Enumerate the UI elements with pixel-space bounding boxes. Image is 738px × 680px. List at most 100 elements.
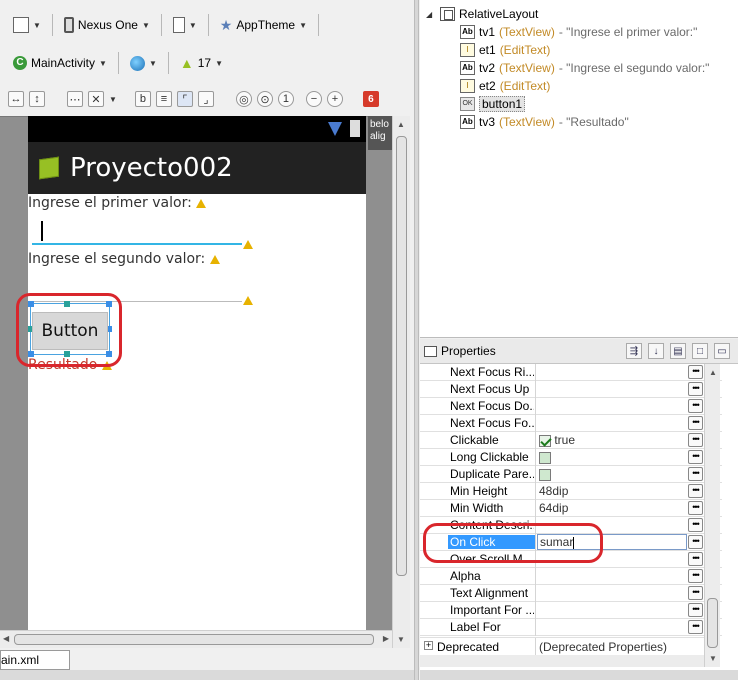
config-chooser-button[interactable]: ▼ bbox=[8, 14, 46, 36]
ellipsis-button[interactable]: ••• bbox=[688, 552, 703, 566]
ellipsis-button[interactable]: ••• bbox=[688, 603, 703, 617]
ellipsis-button[interactable]: ••• bbox=[688, 416, 703, 430]
outline-item-button1[interactable]: OK button1 bbox=[460, 95, 526, 113]
zoom-emulate-icon[interactable]: ⊙ bbox=[256, 91, 273, 107]
outline-item-et1[interactable]: I et1 (EditText) bbox=[460, 41, 550, 59]
canvas-vertical-scrollbar[interactable]: ▲ ▼ bbox=[392, 116, 410, 648]
device-action-bar: Proyecto002 bbox=[28, 142, 366, 194]
outline-item-tv2[interactable]: Ab tv2 (TextView) - "Ingrese el segundo … bbox=[460, 59, 709, 77]
property-row[interactable]: Label For ••• bbox=[420, 619, 722, 636]
ellipsis-button[interactable]: ••• bbox=[688, 382, 703, 396]
property-row-long-clickable[interactable]: Long Clickable ••• bbox=[420, 449, 722, 466]
scroll-right-icon[interactable]: ▶ bbox=[383, 634, 389, 643]
canvas-horizontal-scrollbar[interactable]: ◀ ▶ bbox=[0, 630, 392, 648]
property-value[interactable]: true bbox=[539, 433, 575, 447]
show-advanced-icon[interactable]: ⇶ bbox=[626, 343, 642, 359]
toggle-height-icon[interactable]: ↕ bbox=[29, 91, 45, 107]
zoom-out-icon[interactable]: − bbox=[305, 91, 322, 107]
scroll-thumb[interactable] bbox=[14, 634, 374, 645]
zoom-in-icon[interactable]: + bbox=[326, 91, 343, 107]
zoom-fit-icon[interactable]: ◎ bbox=[235, 91, 252, 107]
zoom-100-icon[interactable]: 1 bbox=[277, 91, 294, 107]
property-row[interactable]: Text Alignment ••• bbox=[420, 585, 722, 602]
property-row[interactable]: Min Width 64dip ••• bbox=[420, 500, 722, 517]
activity-dropdown[interactable]: C MainActivity ▼ bbox=[8, 52, 112, 74]
api-level-dropdown[interactable]: ▲ 17 ▼ bbox=[175, 52, 228, 74]
property-row[interactable]: Alpha ••• bbox=[420, 568, 722, 585]
distribute-icon[interactable]: ✕ bbox=[88, 91, 104, 107]
widget-et1[interactable] bbox=[32, 243, 242, 245]
property-row[interactable]: Next Focus Up ••• bbox=[420, 381, 722, 398]
ellipsis-button[interactable]: ••• bbox=[688, 399, 703, 413]
ellipsis-button[interactable]: ••• bbox=[688, 501, 703, 515]
ellipsis-button[interactable]: ••• bbox=[688, 433, 703, 447]
ellipsis-button[interactable]: ••• bbox=[688, 467, 703, 481]
scroll-up-icon[interactable]: ▲ bbox=[709, 368, 717, 377]
align-right-icon[interactable]: ⌟ bbox=[197, 91, 214, 107]
property-value[interactable] bbox=[539, 450, 551, 464]
property-row-clickable[interactable]: Clickable true ••• bbox=[420, 432, 722, 449]
pane-divider[interactable] bbox=[414, 0, 419, 680]
property-value[interactable]: 64dip bbox=[539, 501, 568, 515]
outline-root[interactable]: ◢ RelativeLayout bbox=[426, 5, 538, 23]
property-row[interactable]: Min Height 48dip ••• bbox=[420, 483, 722, 500]
ellipsis-button[interactable]: ••• bbox=[688, 620, 703, 634]
theme-dropdown[interactable]: ★ AppTheme ▼ bbox=[215, 14, 312, 36]
property-value[interactable]: 48dip bbox=[539, 484, 568, 498]
expand-icon[interactable]: + bbox=[424, 641, 433, 650]
outline-item-tv1[interactable]: Ab tv1 (TextView) - "Ingrese el primer v… bbox=[460, 23, 697, 41]
properties-horizontal-scrollbar[interactable] bbox=[420, 655, 704, 667]
ellipsis-button[interactable]: ••• bbox=[688, 365, 703, 379]
widget-tv2[interactable]: Ingrese el segundo valor: bbox=[28, 251, 220, 267]
maximize-icon[interactable]: □ bbox=[692, 343, 708, 359]
property-row-duplicate-parent[interactable]: Duplicate Pare... ••• bbox=[420, 466, 722, 483]
locale-dropdown[interactable]: ▼ bbox=[125, 52, 162, 74]
property-row[interactable]: Important For ... ••• bbox=[420, 602, 722, 619]
properties-view: Properties ⇶ ↓ ▤ □ ▭ Next Focus Ri... ••… bbox=[420, 339, 738, 670]
collapse-all-icon[interactable]: ▤ bbox=[670, 343, 686, 359]
orientation-dropdown[interactable]: ▼ bbox=[168, 14, 202, 36]
editor-file-tab[interactable]: ain.xml bbox=[0, 650, 70, 670]
widget-tv1[interactable]: Ingrese el primer valor: bbox=[28, 195, 207, 211]
scroll-down-icon[interactable]: ▼ bbox=[709, 654, 717, 663]
chevron-down-icon: ▼ bbox=[215, 58, 223, 68]
outline-item-et2[interactable]: I et2 (EditText) bbox=[460, 77, 550, 95]
baseline-icon[interactable]: b bbox=[134, 91, 151, 107]
chevron-down-icon[interactable]: ▼ bbox=[109, 95, 117, 104]
ellipsis-button[interactable]: ••• bbox=[688, 518, 703, 532]
scroll-thumb[interactable] bbox=[707, 598, 718, 648]
scroll-thumb[interactable] bbox=[396, 136, 407, 576]
device-dropdown[interactable]: Nexus One ▼ bbox=[59, 14, 155, 36]
property-value[interactable] bbox=[539, 467, 551, 481]
ellipsis-button[interactable]: ••• bbox=[688, 535, 703, 549]
properties-vertical-scrollbar[interactable]: ▲ ▼ bbox=[704, 364, 720, 667]
scroll-left-icon[interactable]: ◀ bbox=[3, 634, 9, 643]
ellipsis-button[interactable]: ••• bbox=[688, 569, 703, 583]
scroll-up-icon[interactable]: ▲ bbox=[397, 120, 405, 129]
property-group-deprecated[interactable]: + Deprecated (Deprecated Properties) bbox=[420, 637, 704, 656]
chevron-down-icon[interactable]: ◢ bbox=[426, 10, 436, 19]
property-row[interactable]: Next Focus Fo... ••• bbox=[420, 415, 722, 432]
checkbox-checked[interactable] bbox=[539, 434, 551, 447]
align-left-icon[interactable]: ⌜ bbox=[176, 91, 193, 107]
chevron-down-icon: ▼ bbox=[99, 58, 107, 68]
ellipsis-button[interactable]: ••• bbox=[688, 586, 703, 600]
theme-label: AppTheme bbox=[236, 18, 296, 32]
textview-icon: Ab bbox=[460, 115, 475, 129]
ellipsis-button[interactable]: ••• bbox=[688, 484, 703, 498]
ellipsis-button[interactable]: ••• bbox=[688, 450, 703, 464]
outline-item-id: et1 bbox=[479, 43, 496, 57]
config-file-icon bbox=[13, 17, 29, 33]
sort-alpha-icon[interactable]: ↓ bbox=[648, 343, 664, 359]
checkbox-unset[interactable] bbox=[539, 468, 551, 481]
outline-item-tv3[interactable]: Ab tv3 (TextView) - "Resultado" bbox=[460, 113, 629, 131]
scroll-down-icon[interactable]: ▼ bbox=[397, 635, 405, 644]
minimize-icon[interactable]: ▭ bbox=[714, 343, 730, 359]
property-row[interactable]: Next Focus Do... ••• bbox=[420, 398, 722, 415]
center-icon[interactable]: ≡ bbox=[155, 91, 172, 107]
margins-icon[interactable]: ⋯ bbox=[67, 91, 83, 107]
toggle-width-icon[interactable]: ↔ bbox=[8, 91, 24, 107]
checkbox-unset[interactable] bbox=[539, 451, 551, 464]
error-count-badge[interactable]: 6 bbox=[362, 91, 379, 107]
property-row[interactable]: Next Focus Ri... ••• bbox=[420, 364, 722, 381]
